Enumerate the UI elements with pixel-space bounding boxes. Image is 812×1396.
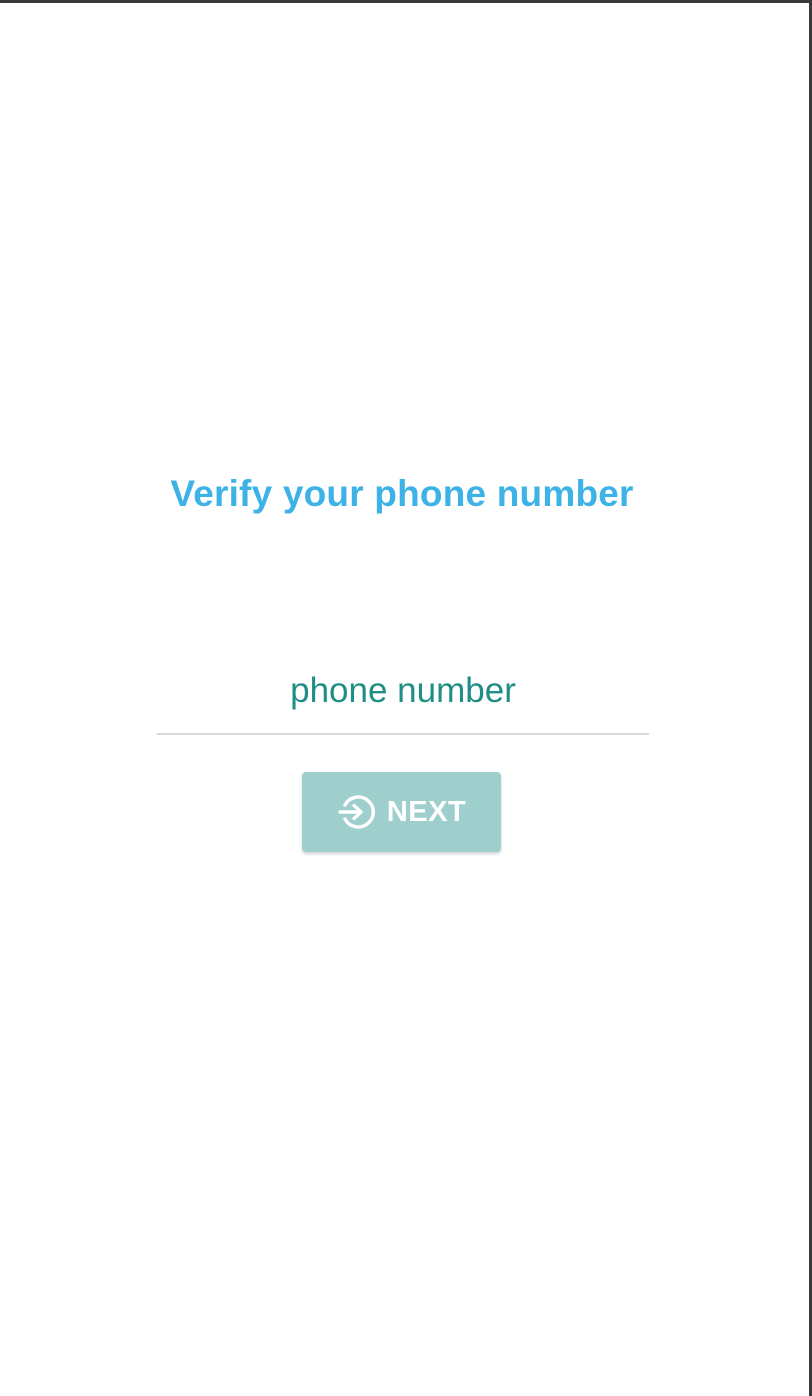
next-button[interactable]: NEXT (302, 772, 501, 852)
next-button-label: NEXT (386, 795, 467, 828)
login-arrow-icon (337, 793, 375, 831)
app-screen: Verify your phone number NEXT (0, 0, 812, 1396)
phone-number-field[interactable] (157, 663, 649, 735)
phone-number-input[interactable] (157, 663, 649, 719)
page-title: Verify your phone number (170, 473, 634, 514)
